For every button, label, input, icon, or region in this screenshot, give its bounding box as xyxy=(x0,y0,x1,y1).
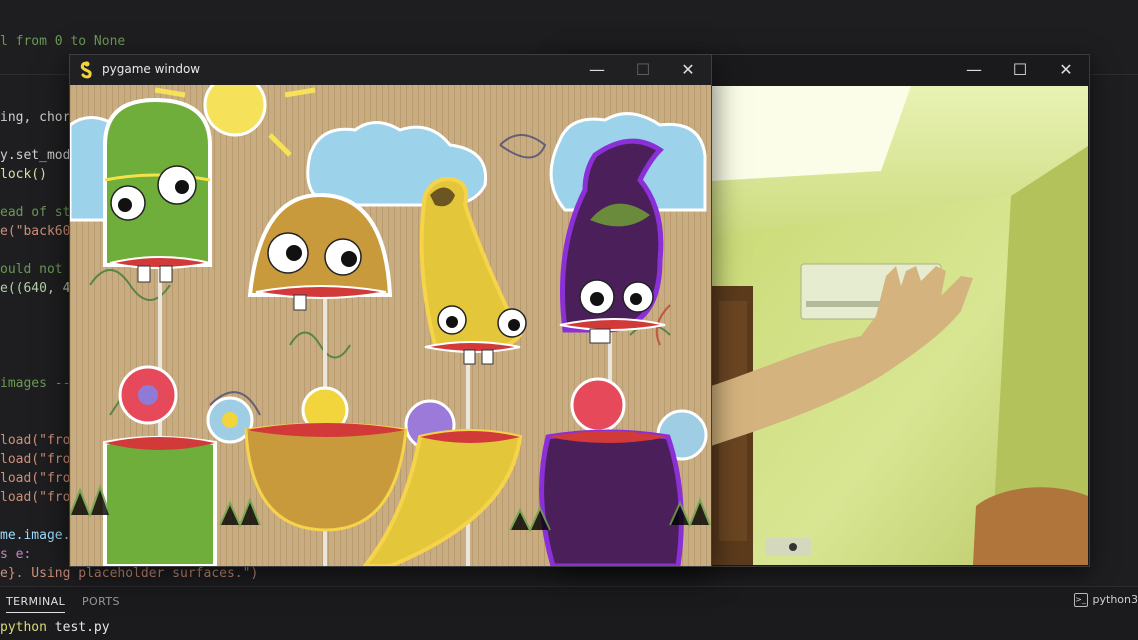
camera-close-button[interactable]: ✕ xyxy=(1043,55,1089,85)
code-line: load("fron xyxy=(0,471,79,486)
code-line: e}. Using placeholder surfaces.") xyxy=(0,566,259,581)
terminal-arguments: test.py xyxy=(46,620,110,635)
tab-terminal[interactable]: TERMINAL xyxy=(6,595,66,613)
terminal-command-line[interactable]: python test.py xyxy=(0,620,110,635)
flower xyxy=(118,365,178,425)
flower xyxy=(570,377,626,433)
close-button[interactable]: ✕ xyxy=(665,55,711,85)
camera-maximize-button[interactable]: ☐ xyxy=(997,55,1043,85)
panel-tab-bar: TERMINAL PORTS >_ python3 xyxy=(0,586,1138,615)
code-line: ead of sta xyxy=(0,205,79,220)
snake-icon xyxy=(80,61,92,79)
code-line: ould not c xyxy=(0,262,79,277)
window-title: pygame window xyxy=(102,62,201,76)
game-canvas[interactable] xyxy=(70,85,711,566)
code-line: l from 0 to None xyxy=(0,34,126,49)
code-line: load("fron xyxy=(0,433,79,448)
webcam-image xyxy=(711,86,1088,565)
code-line: load("fron xyxy=(0,452,79,467)
terminal-instance-label: python3 xyxy=(1092,593,1138,606)
code-line: s e: xyxy=(0,547,32,562)
code-line: ing, chord xyxy=(0,110,79,125)
wall-socket xyxy=(766,538,811,556)
terminal-command: python xyxy=(0,620,47,635)
pygame-titlebar[interactable]: pygame window — ☐ ✕ xyxy=(70,55,711,85)
code-line: e((640, 4 xyxy=(0,281,71,296)
code-line: e("back60. xyxy=(0,224,79,239)
tab-ports[interactable]: PORTS xyxy=(82,595,120,608)
maximize-button[interactable]: ☐ xyxy=(620,55,666,85)
terminal-icon: >_ xyxy=(1073,593,1088,607)
veggie-scene xyxy=(70,85,711,566)
pygame-window[interactable]: pygame window — ☐ ✕ xyxy=(69,54,712,567)
webcam-feed xyxy=(711,86,1088,565)
code-line: y.set_mod xyxy=(0,148,71,163)
minimize-button[interactable]: — xyxy=(574,55,620,85)
wooden-chair xyxy=(973,487,1088,565)
code-line: lock() xyxy=(0,167,47,182)
terminal-instance[interactable]: >_ python3 xyxy=(1073,593,1138,607)
ceiling-light xyxy=(711,86,911,181)
code-line: load("fron xyxy=(0,490,79,505)
camera-minimize-button[interactable]: — xyxy=(951,55,997,85)
code-line: images --- xyxy=(0,376,79,391)
code-line: me.image.l xyxy=(0,528,79,543)
